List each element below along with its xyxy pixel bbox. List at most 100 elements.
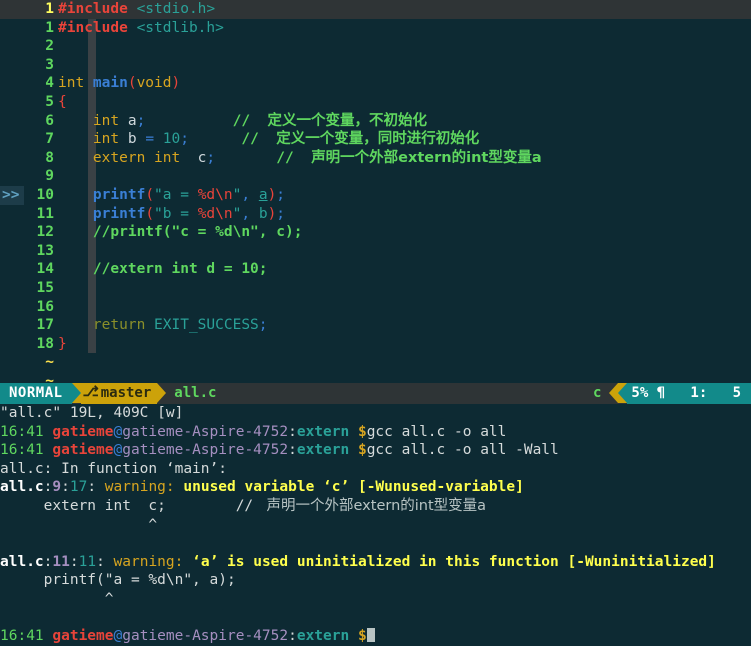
vim-line[interactable]: 3 (0, 56, 751, 75)
vim-line[interactable]: 11 printf("b = %d\n", b); (0, 205, 751, 224)
text-span: warning: (104, 479, 184, 496)
text-span: "a = (154, 186, 198, 203)
vim-line[interactable]: 15 (0, 279, 751, 298)
vim-line-number: 8 (45, 149, 54, 166)
vim-line-text: return EXIT_SUCCESS; (58, 316, 268, 335)
text-span: //printf("c = %d\n", c); (58, 224, 303, 241)
statusline-percent: 5% (631, 385, 649, 402)
text-span: // (232, 112, 268, 129)
text-span: gcc all.c -o all -Wall (366, 442, 559, 459)
shell-output-pane[interactable]: "all.c" 19L, 409C [w] 16:41 gatieme@gatie… (0, 404, 751, 644)
statusline-branch: ⎇ master (80, 383, 158, 404)
text-span: 定义一个变量，同时进行初始化 (276, 131, 480, 148)
text-span: // (241, 131, 277, 148)
statusline-mode: NORMAL (0, 383, 72, 404)
text-span: all.c (0, 479, 44, 496)
vim-line[interactable]: 13 (0, 242, 751, 261)
vim-line-number: 11 (36, 205, 54, 222)
text-span: #include (58, 1, 137, 17)
vim-line[interactable]: 7 int b = 10; // 定义一个变量，同时进行初始化 (0, 130, 751, 149)
shell-output-line: printf("a = %d\n", a); (0, 571, 751, 590)
text-span: ^ (0, 590, 114, 607)
text-span: %d\n (197, 205, 233, 222)
text-span: ) (267, 205, 277, 222)
vim-gutter-pad (54, 56, 58, 75)
text-span: all.c (0, 553, 44, 570)
vim-line-number: 4 (45, 75, 54, 92)
text-span: gatieme-Aspire-4752 (122, 442, 289, 459)
text-span: main (92, 75, 128, 92)
vim-line[interactable]: 17 return EXIT_SUCCESS; (0, 316, 751, 335)
vim-gutter-pad (54, 242, 58, 261)
vim-filler-line: ~ (0, 372, 751, 383)
vim-sign-column (0, 353, 24, 372)
shell-scrollback: "all.c" 19L, 409C [w] 16:41 gatieme@gatie… (0, 404, 751, 627)
shell-output-line (0, 609, 751, 628)
mode-separator-arrow-icon (71, 383, 81, 403)
text-span: : (288, 628, 297, 645)
text-span: gatieme-Aspire-4752 (122, 628, 289, 645)
text-span: { (58, 93, 67, 110)
vim-line-text: printf("b = %d\n", b); (58, 205, 285, 224)
vim-line-number: 1 (45, 1, 54, 17)
vim-line-number: 15 (36, 279, 54, 296)
text-span: ^ (0, 516, 158, 533)
vim-editor-pane[interactable]: 1 #include <stdio.h> 1 #include <stdlib.h… (0, 0, 751, 383)
vim-line-number: 5 (45, 93, 54, 110)
text-span: 11 (52, 553, 70, 570)
shell-output-line: extern int c; // 声明一个外部extern的int型变量a (0, 497, 751, 516)
git-branch-icon: ⎇ (82, 384, 99, 401)
text-span (215, 150, 276, 166)
shell-output-line: all.c:11:11: warning: ‘a’ is used uninit… (0, 553, 751, 572)
vim-line[interactable]: 2 (0, 37, 751, 56)
text-span: ; (276, 205, 286, 222)
vim-line[interactable]: >> 10 printf("a = %d\n", a); (0, 185, 751, 205)
text-span: "b = (154, 205, 198, 222)
text-span: b (127, 131, 146, 148)
vim-line[interactable]: 6 int a; // 定义一个变量，不初始化 (0, 112, 751, 131)
text-span: 17 (69, 479, 88, 496)
vim-line-number: 17 (36, 317, 54, 334)
vim-line[interactable]: 5 { (0, 93, 751, 112)
position-separator-arrow-icon (618, 383, 628, 403)
vim-line[interactable]: 8 extern int c; // 声明一个外部extern的int型变量a (0, 149, 751, 168)
text-span: 16:41 (0, 423, 53, 440)
shell-output-line (0, 534, 751, 553)
text-span: 声明一个外部extern的int型变量a (311, 149, 542, 166)
text-span: ; (276, 186, 286, 203)
vim-line[interactable]: 18 } (0, 335, 751, 354)
vim-line-number: 9 (45, 168, 54, 185)
vim-line-number: 10 (36, 186, 54, 203)
text-span: ; (180, 131, 189, 148)
text-span: $ (357, 628, 367, 645)
text-span: $ (357, 423, 367, 440)
text-span: , (241, 186, 259, 203)
shell-output-line: 16:41 gatieme@gatieme-Aspire-4752:extern… (0, 441, 751, 460)
vim-cursor-line[interactable]: 1 #include <stdio.h> (0, 0, 751, 19)
vim-line-text: printf("a = %d\n", a); (58, 186, 285, 205)
text-span: ( (145, 205, 155, 222)
shell-output-line: ^ (0, 590, 751, 609)
statusline-filename: all.c (166, 383, 225, 404)
vim-line[interactable]: 12 //printf("c = %d\n", c); (0, 223, 751, 242)
text-span: gatieme (52, 628, 114, 645)
vim-line-text: //extern int d = 10; (58, 260, 268, 279)
text-span: ) (267, 186, 277, 203)
vim-line[interactable]: 9 (0, 167, 751, 186)
text-span: @ (113, 628, 123, 645)
vim-line-number: 14 (36, 261, 54, 278)
text-span: = (145, 131, 163, 148)
text-span: <stdio.h> (136, 1, 216, 17)
vim-gutter-pad (54, 167, 58, 186)
shell-prompt-line[interactable]: 16:41 gatieme@gatieme-Aspire-4752:extern… (0, 627, 751, 646)
statusline-linecol: 1: 5 (690, 385, 741, 402)
vim-line-text: int a; // 定义一个变量，不初始化 (58, 112, 427, 131)
vim-buffer[interactable]: 1 #include <stdio.h> 1 #include <stdlib.h… (0, 0, 751, 383)
vim-line[interactable]: 4 int main(void) (0, 74, 751, 93)
vim-gutter-pad (54, 298, 58, 317)
vim-line[interactable]: 1 #include <stdlib.h> (0, 19, 751, 38)
shell-output-line: all.c:9:17: warning: unused variable ‘c’… (0, 478, 751, 497)
shell-output-line: ^ (0, 516, 751, 535)
vim-line[interactable]: 14 //extern int d = 10; (0, 260, 751, 279)
vim-line[interactable]: 16 (0, 298, 751, 317)
